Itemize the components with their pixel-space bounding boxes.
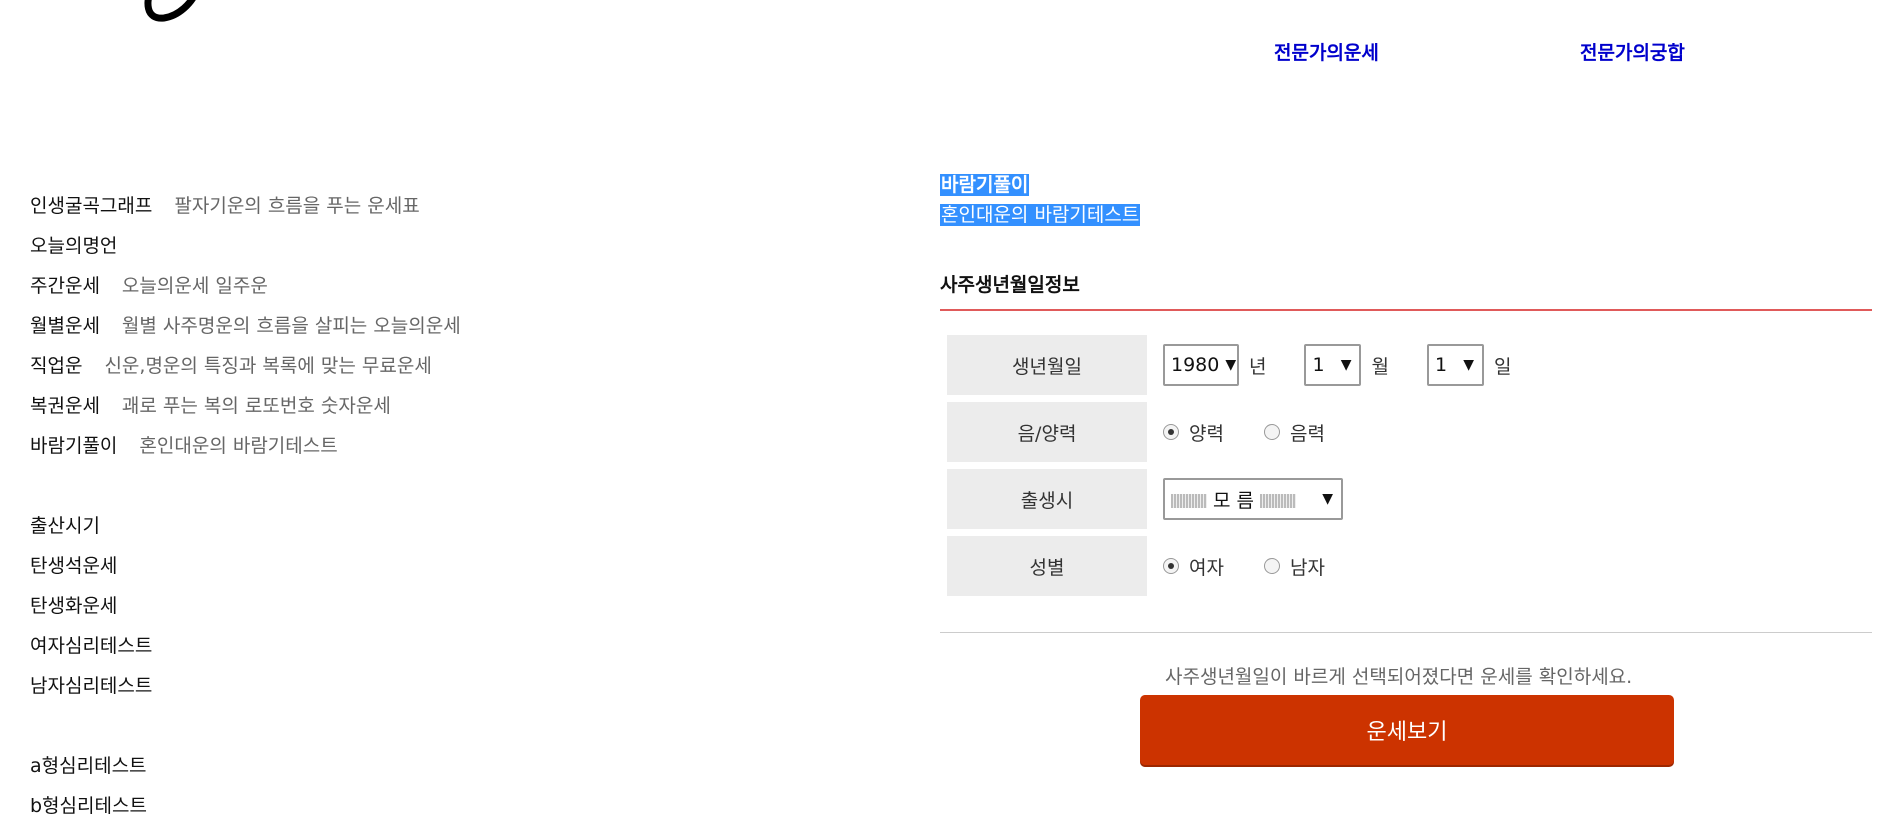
selected-subtitle: 혼인대운의 바람기테스트 <box>940 204 1141 226</box>
logo-brush-icon <box>144 0 196 22</box>
section-title: 사주생년월일정보 <box>940 270 1872 311</box>
birth-time-select[interactable]: 모 름 ▼ <box>1163 478 1343 520</box>
menu-item-female-test[interactable]: 여자심리테스트 <box>30 632 790 672</box>
menu-item-today-quote[interactable]: 오늘의명언 <box>30 232 790 272</box>
selected-title-block: 바람기풀이 혼인대운의 바람기테스트 <box>940 170 1141 230</box>
radio-solar-label: 양력 <box>1189 422 1224 445</box>
cell-birth-time: 모 름 ▼ <box>1147 469 1867 529</box>
row-birth-time: 출생시 모 름 ▼ <box>947 469 1867 529</box>
menu-item-blood-a[interactable]: a형심리테스트 <box>30 752 790 792</box>
menu-item-lottery[interactable]: 복권운세 괘로 푸는 복의 로또번호 숫자운세 <box>30 392 790 432</box>
day-select[interactable]: 1 ▼ <box>1426 344 1484 386</box>
menu-gap <box>30 472 790 512</box>
view-fortune-button[interactable]: 운세보기 <box>1140 695 1674 765</box>
label-birth-time: 출생시 <box>947 469 1147 529</box>
menu-item-birth-time[interactable]: 출산시기 <box>30 512 790 552</box>
dropdown-arrow-icon: ▼ <box>1225 357 1237 373</box>
dropdown-arrow-icon: ▼ <box>1322 491 1333 507</box>
radio-lunar[interactable] <box>1263 424 1280 440</box>
radio-female-label: 여자 <box>1189 556 1224 579</box>
day-unit: 일 <box>1493 355 1512 378</box>
radio-male[interactable] <box>1263 558 1280 574</box>
row-calendar: 음/양력 양력 음력 <box>947 402 1867 462</box>
cell-birthdate: 1980 ▼ 년 1 ▼ 월 1 ▼ 일 <box>1147 335 1867 395</box>
month-unit: 월 <box>1371 355 1389 378</box>
notice-text: 사주생년월일이 바르게 선택되어졌다면 운세를 확인하세요. <box>1165 666 1633 688</box>
nav-expert-compatibility-link[interactable]: 전문가의궁합 <box>1580 38 1685 65</box>
menu-item-job[interactable]: 직업운 신운,명운의 특징과 복록에 맞는 무료운세 <box>30 352 790 392</box>
radio-male-label: 남자 <box>1289 556 1325 579</box>
menu-item-affair[interactable]: 바람기풀이 혼인대운의 바람기테스트 <box>30 432 790 472</box>
dropdown-arrow-icon: ▼ <box>1340 357 1352 373</box>
radio-solar[interactable] <box>1163 424 1179 440</box>
left-menu: 인생굴곡그래프 팔자기운의 흐름을 푸는 운세표 오늘의명언 주간운세 오늘의운세 … <box>30 192 790 832</box>
menu-item-life-graph[interactable]: 인생굴곡그래프 팔자기운의 흐름을 푸는 운세표 <box>30 192 790 232</box>
label-birthdate: 생년월일 <box>947 335 1147 395</box>
nav-expert-fortune-link[interactable]: 전문가의운세 <box>1274 38 1379 65</box>
month-select[interactable]: 1 ▼ <box>1304 344 1362 386</box>
dropdown-arrow-icon: ▼ <box>1463 357 1474 373</box>
menu-item-weekly[interactable]: 주간운세 오늘의운세 일주운 <box>30 272 790 312</box>
dotted-fill-icon <box>1171 494 1207 508</box>
menu-item-birth-flower[interactable]: 탄생화운세 <box>30 592 790 632</box>
row-gender: 성별 여자 남자 <box>947 536 1867 596</box>
selected-title: 바람기풀이 <box>940 174 1030 196</box>
label-gender: 성별 <box>947 536 1147 596</box>
menu-item-male-test[interactable]: 남자심리테스트 <box>30 672 790 712</box>
dotted-fill-icon <box>1260 494 1296 508</box>
divider <box>940 632 1872 633</box>
cell-calendar: 양력 음력 <box>1147 402 1867 462</box>
year-select[interactable]: 1980 ▼ <box>1163 344 1239 386</box>
menu-item-birthstone[interactable]: 탄생석운세 <box>30 552 790 592</box>
label-calendar: 음/양력 <box>947 402 1147 462</box>
radio-female[interactable] <box>1163 558 1179 574</box>
radio-lunar-label: 음력 <box>1289 422 1325 445</box>
year-unit: 년 <box>1249 355 1267 378</box>
row-birthdate: 생년월일 1980 ▼ 년 1 ▼ 월 1 ▼ 일 <box>947 335 1867 395</box>
menu-item-monthly[interactable]: 월별운세 월별 사주명운의 흐름을 살피는 오늘의운세 <box>30 312 790 352</box>
birth-info-form: 생년월일 1980 ▼ 년 1 ▼ 월 1 ▼ 일 음/양력 양력 음력 출생시 모 … <box>947 335 1867 603</box>
top-nav: 전문가의운세 전문가의궁합 <box>0 38 1889 68</box>
menu-gap <box>30 712 790 752</box>
cell-gender: 여자 남자 <box>1147 536 1867 596</box>
menu-item-blood-b[interactable]: b형심리테스트 <box>30 792 790 832</box>
